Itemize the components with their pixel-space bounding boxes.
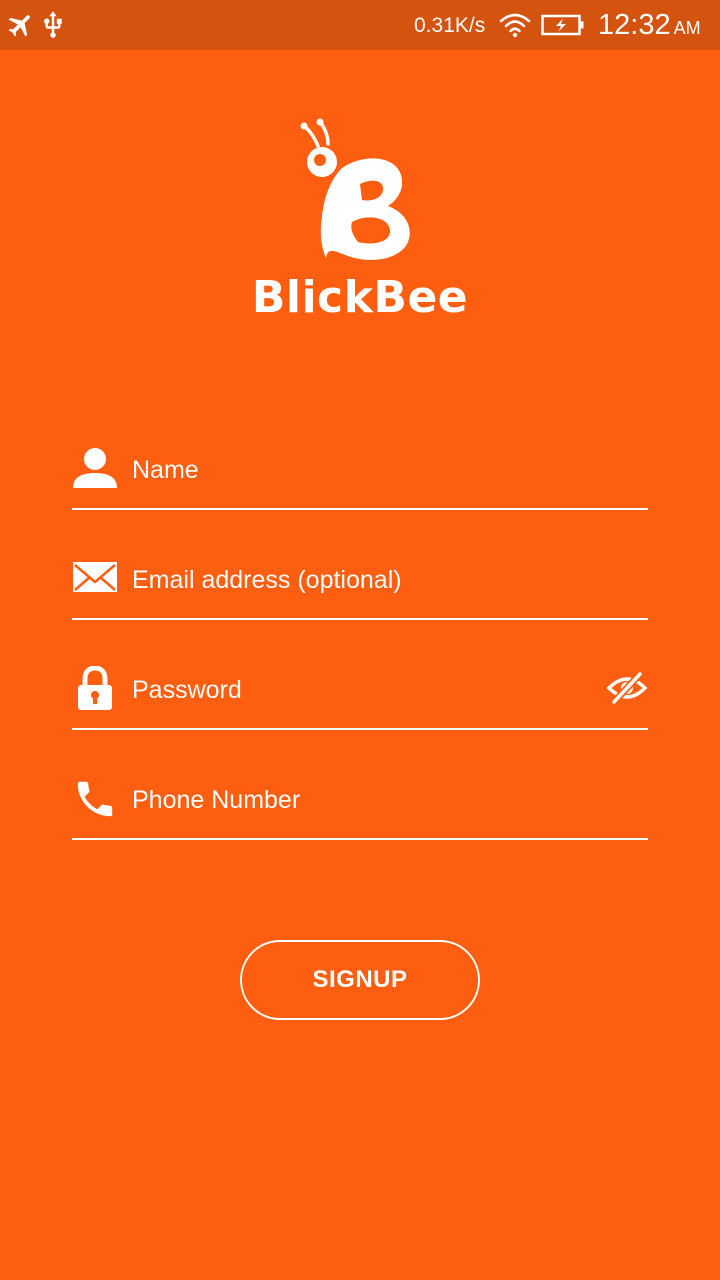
airplane-mode-icon: [8, 15, 30, 37]
name-field[interactable]: [72, 444, 648, 510]
lock-icon: [78, 666, 112, 710]
phone-input[interactable]: [132, 774, 592, 826]
email-input[interactable]: [132, 554, 592, 606]
network-speed: 0.31K/s: [414, 14, 486, 37]
password-input[interactable]: [132, 664, 592, 716]
phone-icon: [77, 781, 113, 817]
name-input[interactable]: [132, 444, 592, 496]
person-icon: [73, 448, 117, 488]
wifi-icon: [499, 13, 531, 38]
signup-screen: 0.31K/s 12:32 AM BlickBee Name Email add…: [0, 0, 720, 1280]
brand-name: BlickBee: [251, 272, 469, 323]
signup-button[interactable]: SIGNUP: [240, 940, 480, 1020]
envelope-icon: [73, 562, 117, 592]
status-bar: 0.31K/s 12:32 AM: [0, 0, 720, 50]
clock-ampm: AM: [673, 18, 701, 38]
email-field[interactable]: [72, 554, 648, 620]
phone-field[interactable]: [72, 774, 648, 840]
usb-icon: [44, 11, 62, 38]
clock-time: 12:32: [598, 9, 671, 41]
clock: 12:32 AM: [598, 9, 701, 44]
eye-off-icon[interactable]: [606, 670, 648, 706]
bee-logo-icon: [300, 118, 410, 260]
battery-charging-icon: [541, 14, 584, 36]
password-field[interactable]: [72, 664, 648, 730]
